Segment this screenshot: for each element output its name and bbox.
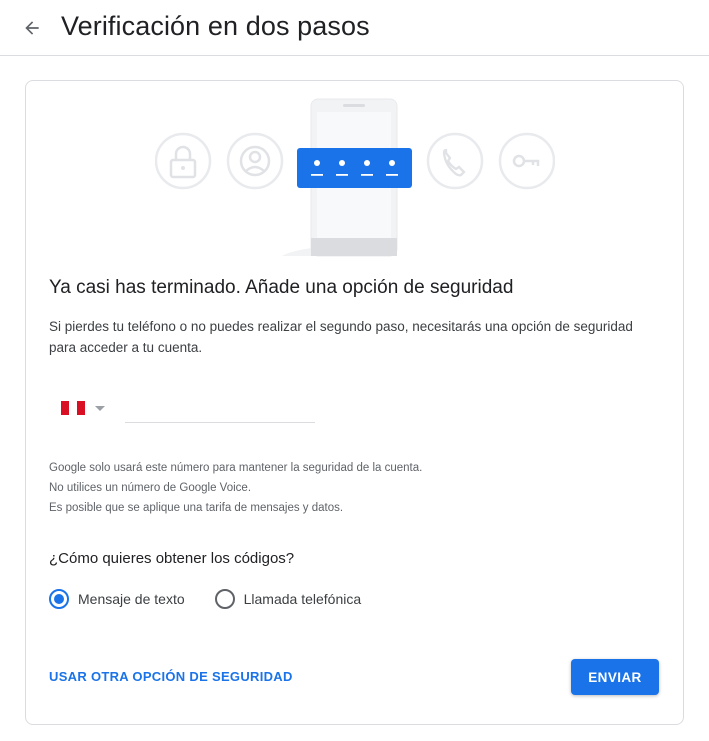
code-card xyxy=(297,148,412,188)
info-notes: Google solo usará este número para mante… xyxy=(49,458,422,518)
note-line: No utilices un número de Google Voice. xyxy=(49,482,252,494)
radio-text-message[interactable]: Mensaje de texto xyxy=(49,589,185,609)
note-line: Es posible que se aplique una tarifa de … xyxy=(49,502,344,514)
peru-flag-icon xyxy=(61,401,85,415)
radio-checked-icon xyxy=(49,589,69,609)
method-radio-group: Mensaje de texto Llamada telefónica xyxy=(49,587,391,611)
radio-unchecked-icon xyxy=(214,589,235,609)
section-description: Si pierdes tu teléfono o no puedes reali… xyxy=(49,319,633,355)
key-icon xyxy=(498,132,555,190)
illustration xyxy=(155,98,555,257)
note-line: Google solo usará este número para mante… xyxy=(49,462,423,474)
radio-phone-call[interactable]: Llamada telefónica xyxy=(214,589,362,609)
page-title: Verificación en dos pasos xyxy=(61,11,370,41)
section-heading: Ya casi has terminado. Añade una opción … xyxy=(49,277,514,298)
setup-card: Ya casi has terminado. Añade una opción … xyxy=(25,80,684,725)
send-button[interactable]: ENVIAR xyxy=(571,659,659,695)
radio-label: Mensaje de texto xyxy=(78,591,185,607)
phone-number-row xyxy=(49,389,349,425)
top-bar: Verificación en dos pasos xyxy=(0,0,709,56)
country-selector[interactable] xyxy=(61,396,111,420)
lock-icon xyxy=(155,132,212,190)
arrow-back-icon xyxy=(25,21,39,35)
phone-number-input[interactable] xyxy=(125,395,315,423)
radio-label: Llamada telefónica xyxy=(243,591,362,607)
back-button[interactable] xyxy=(18,14,46,42)
chevron-down-icon xyxy=(95,405,105,411)
account-circle-icon xyxy=(226,132,284,190)
use-other-option-link[interactable]: USAR OTRA OPCIÓN DE SEGURIDAD xyxy=(49,669,293,684)
phone-icon xyxy=(426,132,484,190)
method-question: ¿Cómo quieres obtener los códigos? xyxy=(49,550,295,567)
